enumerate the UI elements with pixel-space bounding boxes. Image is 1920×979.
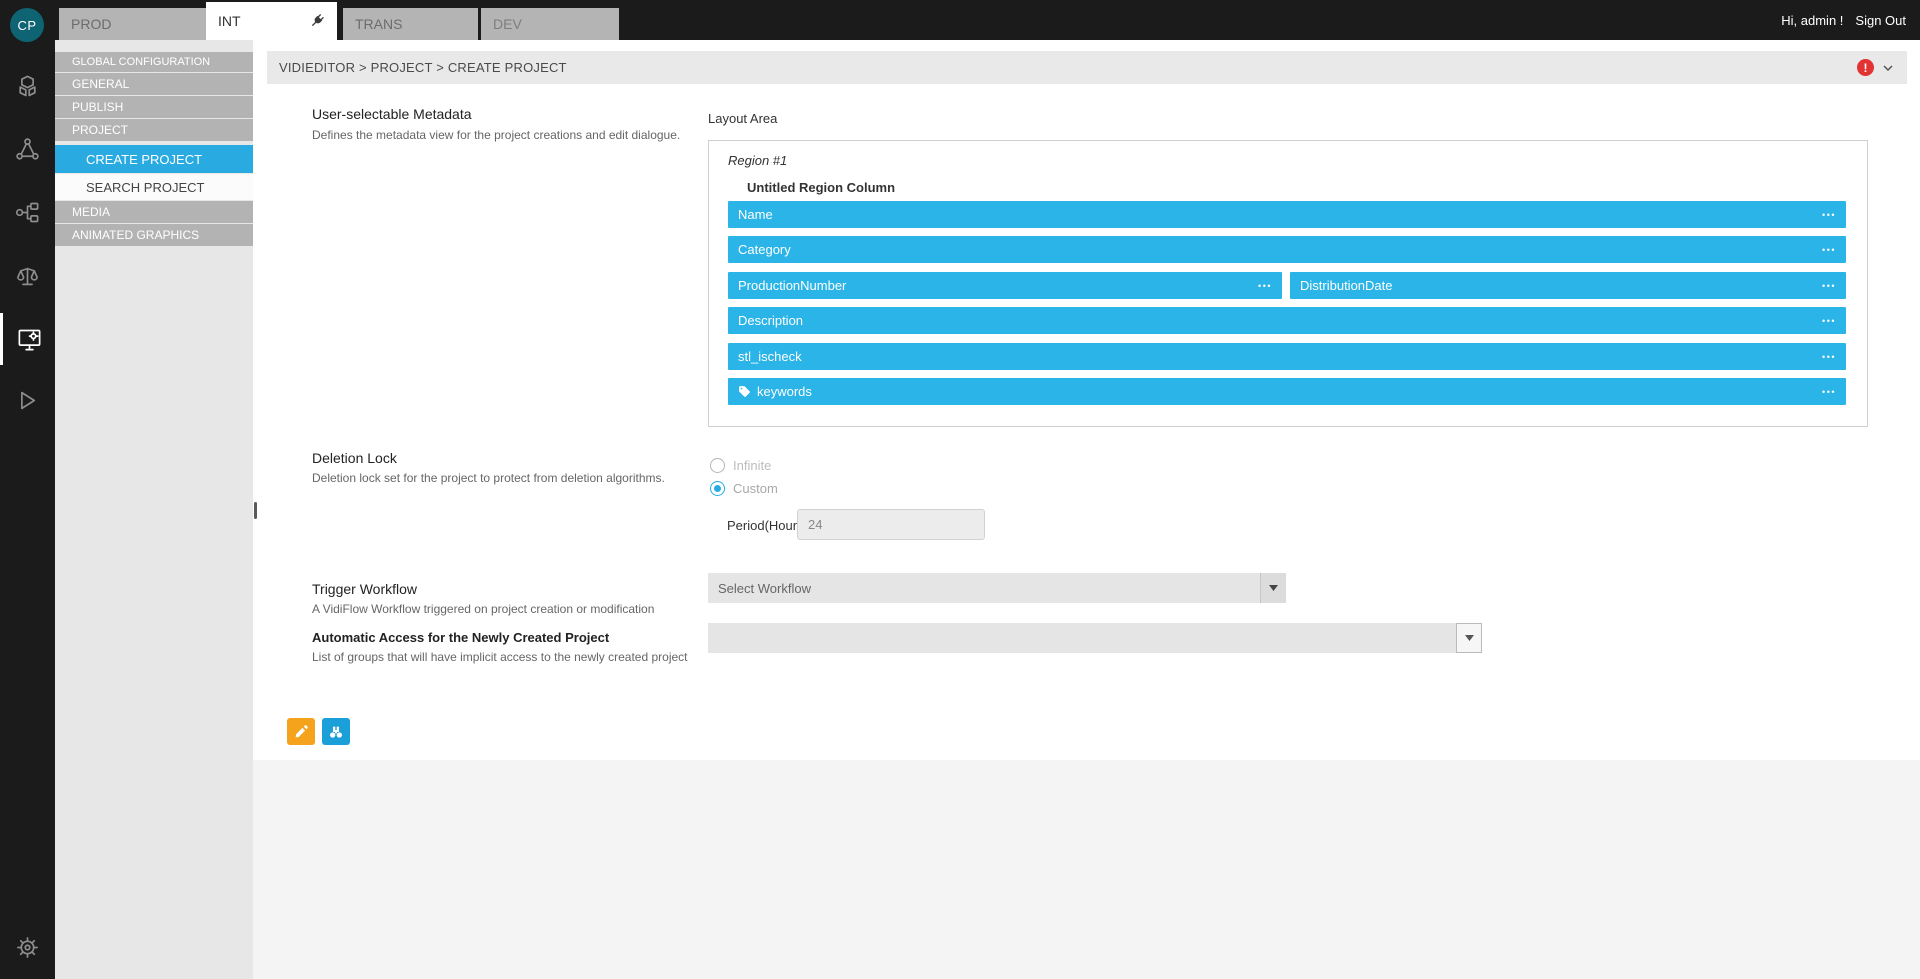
metadata-section-title: User-selectable Metadata bbox=[312, 106, 472, 122]
modules-icon[interactable] bbox=[0, 60, 55, 112]
integrations-icon[interactable] bbox=[0, 123, 55, 175]
edit-button[interactable] bbox=[287, 718, 315, 745]
workflow-icon[interactable] bbox=[0, 186, 55, 238]
auto-access-title: Automatic Access for the Newly Created P… bbox=[312, 630, 609, 645]
tab-int[interactable]: INT bbox=[206, 2, 337, 40]
app-icon-rail: CP bbox=[0, 0, 55, 979]
field-label: keywords bbox=[757, 384, 812, 399]
ellipsis-icon[interactable] bbox=[1822, 210, 1836, 220]
metadata-field-distributiondate[interactable]: DistributionDate bbox=[1290, 272, 1846, 299]
radio-circle-selected-icon[interactable] bbox=[710, 481, 725, 496]
metadata-field-category[interactable]: Category bbox=[728, 236, 1846, 263]
tab-label: INT bbox=[218, 13, 241, 29]
menu-item-media[interactable]: MEDIA bbox=[55, 201, 253, 223]
deletion-lock-description: Deletion lock set for the project to pro… bbox=[312, 471, 665, 485]
ellipsis-icon[interactable] bbox=[1822, 245, 1836, 255]
field-label: ProductionNumber bbox=[738, 278, 846, 293]
ellipsis-icon[interactable] bbox=[1822, 352, 1836, 362]
field-label: Name bbox=[738, 207, 773, 222]
deletion-lock-title: Deletion Lock bbox=[312, 450, 397, 466]
environment-tabs: PROD INT TRANS DEV bbox=[59, 2, 619, 40]
menu-item-publish[interactable]: PUBLISH bbox=[55, 96, 253, 118]
region-title: Region #1 bbox=[728, 153, 787, 168]
cp-logo: CP bbox=[10, 8, 44, 42]
ellipsis-icon[interactable] bbox=[1822, 387, 1836, 397]
config-portal-icon[interactable] bbox=[0, 313, 55, 365]
ellipsis-icon[interactable] bbox=[1822, 316, 1836, 326]
preview-button[interactable] bbox=[322, 718, 350, 745]
field-label: Description bbox=[738, 313, 803, 328]
binoculars-icon bbox=[328, 724, 344, 740]
dropdown-arrow-icon[interactable] bbox=[1456, 623, 1482, 653]
metadata-section-description: Defines the metadata view for the projec… bbox=[312, 128, 680, 142]
metadata-field-productionnumber[interactable]: ProductionNumber bbox=[728, 272, 1282, 299]
trigger-workflow-title: Trigger Workflow bbox=[312, 581, 417, 597]
tab-trans[interactable]: TRANS bbox=[343, 8, 478, 40]
tab-label: TRANS bbox=[355, 16, 402, 32]
field-label: DistributionDate bbox=[1300, 278, 1393, 293]
workflow-dropdown-value: Select Workflow bbox=[708, 581, 811, 596]
pencil-icon bbox=[293, 724, 309, 740]
workflow-dropdown[interactable]: Select Workflow bbox=[708, 573, 1286, 603]
field-label: Category bbox=[738, 242, 791, 257]
scale-icon[interactable] bbox=[0, 250, 55, 302]
radio-custom[interactable]: Custom bbox=[710, 481, 778, 496]
auto-access-description: List of groups that will have implicit a… bbox=[312, 650, 688, 664]
field-label: stl_ischeck bbox=[738, 349, 802, 364]
layout-area-label: Layout Area bbox=[708, 111, 777, 126]
breadcrumb: VIDIEDITOR > PROJECT > CREATE PROJECT bbox=[279, 60, 567, 75]
sign-out-link[interactable]: Sign Out bbox=[1855, 13, 1906, 28]
error-badge-icon[interactable]: ! bbox=[1857, 59, 1874, 76]
tag-icon bbox=[738, 385, 751, 398]
region-column-title: Untitled Region Column bbox=[747, 180, 895, 195]
menu-item-global-configuration[interactable]: GLOBAL CONFIGURATION bbox=[55, 52, 253, 72]
page-background bbox=[253, 760, 1920, 979]
radio-infinite[interactable]: Infinite bbox=[710, 458, 771, 473]
player-icon[interactable] bbox=[0, 374, 55, 426]
dropdown-arrow-icon[interactable] bbox=[1260, 573, 1286, 603]
config-menu: GLOBAL CONFIGURATION GENERAL PUBLISH PRO… bbox=[55, 40, 253, 979]
plug-icon bbox=[309, 13, 325, 29]
radio-label: Infinite bbox=[733, 458, 771, 473]
tab-prod[interactable]: PROD bbox=[59, 8, 206, 40]
chevron-down-icon[interactable] bbox=[1881, 63, 1895, 73]
trigger-workflow-description: A VidiFlow Workflow triggered on project… bbox=[312, 602, 654, 616]
scrollbar-thumb[interactable] bbox=[254, 502, 257, 519]
metadata-field-description[interactable]: Description bbox=[728, 307, 1846, 334]
tab-dev[interactable]: DEV bbox=[481, 8, 619, 40]
menu-item-animated-graphics[interactable]: ANIMATED GRAPHICS bbox=[55, 224, 253, 246]
menu-item-project[interactable]: PROJECT bbox=[55, 119, 253, 141]
top-bar: PROD INT TRANS DEV Hi, admin ! Sign Out bbox=[55, 0, 1920, 40]
breadcrumb-bar: VIDIEDITOR > PROJECT > CREATE PROJECT ! bbox=[267, 51, 1907, 84]
metadata-field-keywords[interactable]: keywords bbox=[728, 378, 1846, 405]
layout-region: Region #1 Untitled Region Column Name Ca… bbox=[708, 140, 1868, 427]
tab-label: DEV bbox=[493, 16, 522, 32]
tab-label: PROD bbox=[71, 16, 111, 32]
radio-circle-icon[interactable] bbox=[710, 458, 725, 473]
access-groups-dropdown[interactable] bbox=[708, 623, 1482, 653]
menu-item-general[interactable]: GENERAL bbox=[55, 73, 253, 95]
user-greeting: Hi, admin ! bbox=[1781, 13, 1843, 28]
metadata-field-name[interactable]: Name bbox=[728, 201, 1846, 228]
radio-label: Custom bbox=[733, 481, 778, 496]
ellipsis-icon[interactable] bbox=[1258, 281, 1272, 291]
ellipsis-icon[interactable] bbox=[1822, 281, 1836, 291]
period-hours-label: Period(Hours) bbox=[727, 518, 808, 533]
menu-item-create-project[interactable]: CREATE PROJECT bbox=[55, 145, 253, 173]
settings-gears-icon[interactable] bbox=[0, 921, 55, 973]
period-hours-input[interactable] bbox=[797, 509, 985, 540]
menu-item-search-project[interactable]: SEARCH PROJECT bbox=[55, 174, 253, 200]
user-area: Hi, admin ! Sign Out bbox=[1781, 0, 1906, 40]
metadata-field-stl-ischeck[interactable]: stl_ischeck bbox=[728, 343, 1846, 370]
